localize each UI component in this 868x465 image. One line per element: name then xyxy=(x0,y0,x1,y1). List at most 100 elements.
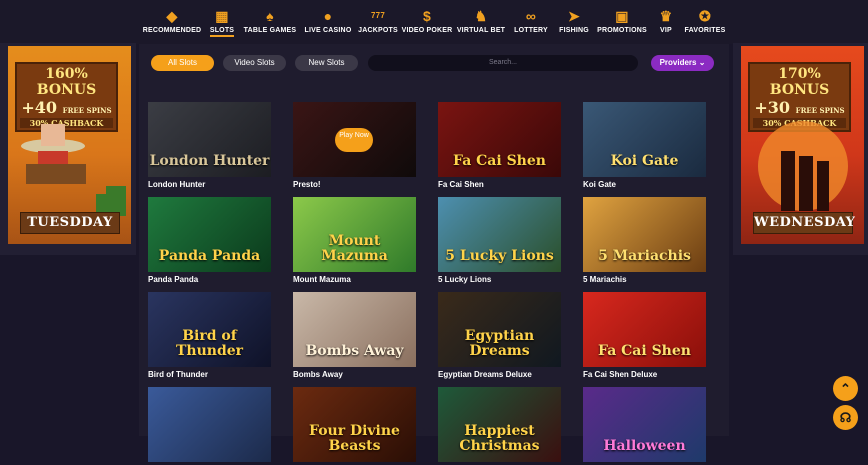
game-thumbnail[interactable]: Happiest Christmas xyxy=(438,387,561,462)
nav-label: TABLE GAMES xyxy=(243,27,297,34)
nav-label: VIRTUAL BET xyxy=(456,27,506,34)
filter-all-slots[interactable]: All Slots xyxy=(151,55,214,71)
nav-vip[interactable]: ♛ VIP xyxy=(650,0,682,44)
triple-seven-icon: 777 xyxy=(371,11,385,20)
left-promo-panel: 160% BONUS +40 FREE SPINS 30% CASHBACK T… xyxy=(0,43,136,255)
game-card[interactable]: 5 Mariachis 5 Mariachis xyxy=(583,197,706,284)
support-chat-button[interactable]: ☊ xyxy=(833,405,858,430)
game-name: Bird of Thunder xyxy=(148,370,208,379)
nav-promotions[interactable]: ▣ PROMOTIONS xyxy=(594,0,650,44)
game-thumbnail[interactable]: Play Now xyxy=(293,102,416,177)
play-now-button[interactable]: Play Now xyxy=(335,128,373,152)
game-thumbnail[interactable]: Fa Cai Shen xyxy=(438,102,561,177)
game-art-title: 5 Lucky Lions xyxy=(445,248,554,264)
game-card[interactable]: Halloween xyxy=(583,387,706,465)
game-card[interactable]: Four Divine Beasts xyxy=(293,387,416,465)
game-thumbnail[interactable]: London Hunter xyxy=(148,102,271,177)
nav-label: FAVORITES xyxy=(684,27,726,34)
slot-filter-tabs: All Slots Video Slots New Slots xyxy=(151,55,358,71)
gift-icon: ▣ xyxy=(615,8,629,24)
nav-slots[interactable]: ▦ SLOTS xyxy=(204,0,240,44)
game-art-title: 5 Mariachis xyxy=(598,248,691,264)
game-card[interactable]: Fa Cai Shen Fa Cai Shen Deluxe xyxy=(583,292,706,379)
game-thumbnail[interactable]: 5 Mariachis xyxy=(583,197,706,272)
game-card[interactable]: Fa Cai Shen Fa Cai Shen xyxy=(438,102,561,189)
nav-favorites[interactable]: ✪ FAVORITES xyxy=(682,0,728,44)
game-thumbnail[interactable]: Fa Cai Shen xyxy=(583,292,706,367)
game-name: Mount Mazuma xyxy=(293,275,351,284)
game-name: Bombs Away xyxy=(293,370,343,379)
game-card[interactable]: Happiest Christmas xyxy=(438,387,561,465)
game-name: Presto! xyxy=(293,180,321,189)
game-thumbnail[interactable]: Bombs Away xyxy=(293,292,416,367)
providers-label: Providers xyxy=(659,58,697,67)
nav-table-games[interactable]: ♠ TABLE GAMES xyxy=(240,0,300,44)
nav-jackpots[interactable]: 777 JACKPOTS xyxy=(356,0,400,44)
wednesday-promo-banner[interactable]: 170% BONUS +30 FREE SPINS 30% CASHBACK W… xyxy=(741,46,864,244)
favorites-chip-icon: ✪ xyxy=(699,8,711,24)
nav-label: SLOTS xyxy=(209,27,235,37)
game-card[interactable]: Panda Panda Panda Panda xyxy=(148,197,271,284)
scroll-top-button[interactable]: ⌃ xyxy=(833,376,858,401)
lottery-balls-icon: ∞ xyxy=(525,8,537,24)
nav-video-poker[interactable]: $ VIDEO POKER xyxy=(400,0,454,44)
nav-recommended[interactable]: ◆ RECOMMENDED xyxy=(140,0,204,44)
game-thumbnail[interactable]: 5 Lucky Lions xyxy=(438,197,561,272)
game-thumbnail[interactable]: Four Divine Beasts xyxy=(293,387,416,462)
game-name: 5 Mariachis xyxy=(583,275,627,284)
game-card[interactable]: London Hunter London Hunter xyxy=(148,102,271,189)
game-thumbnail[interactable]: Bird of Thunder xyxy=(148,292,271,367)
game-name: Koi Gate xyxy=(583,180,616,189)
slots-content: All Slots Video Slots New Slots Search..… xyxy=(139,44,729,462)
cards-icon: ♠ xyxy=(266,8,274,24)
slot-machine-icon: ▦ xyxy=(215,8,229,24)
game-name: 5 Lucky Lions xyxy=(438,275,492,284)
game-card[interactable]: Mount Mazuma Mount Mazuma xyxy=(293,197,416,284)
game-card[interactable] xyxy=(148,387,271,465)
game-card[interactable]: Koi Gate Koi Gate xyxy=(583,102,706,189)
fish-icon: ➤ xyxy=(568,8,580,24)
nav-lottery[interactable]: ∞ LOTTERY xyxy=(508,0,554,44)
game-art-title: Bombs Away xyxy=(305,343,404,359)
nav-label: PROMOTIONS xyxy=(597,27,647,34)
filter-new-slots[interactable]: New Slots xyxy=(295,55,358,71)
game-name: Fa Cai Shen Deluxe xyxy=(583,370,658,379)
chevron-up-icon: ⌃ xyxy=(840,380,851,396)
game-art-title: Fa Cai Shen xyxy=(453,153,546,169)
right-promo-panel: 170% BONUS +30 FREE SPINS 30% CASHBACK W… xyxy=(733,43,868,255)
crown-icon: ♛ xyxy=(659,8,673,24)
game-thumbnail[interactable]: Panda Panda xyxy=(148,197,271,272)
nav-live-casino[interactable]: ● LIVE CASINO xyxy=(300,0,356,44)
dollar-coin-icon: $ xyxy=(423,8,431,24)
game-card[interactable]: Bombs Away Bombs Away xyxy=(293,292,416,379)
game-card[interactable]: Bird of Thunder Bird of Thunder xyxy=(148,292,271,379)
nav-label: RECOMMENDED xyxy=(142,27,202,34)
chips-icon: ● xyxy=(323,8,333,24)
day-label: WEDNESDAY xyxy=(753,212,855,234)
game-thumbnail[interactable] xyxy=(148,387,271,462)
nav-fishing[interactable]: ➤ FISHING xyxy=(554,0,594,44)
nav-label: FISHING xyxy=(559,27,589,34)
game-thumbnail[interactable]: Halloween xyxy=(583,387,706,462)
tuesday-promo-banner[interactable]: 160% BONUS +40 FREE SPINS 30% CASHBACK T… xyxy=(8,46,131,244)
game-name: Egyptian Dreams Deluxe xyxy=(438,370,532,379)
nav-label: JACKPOTS xyxy=(358,27,398,34)
game-name: Fa Cai Shen xyxy=(438,180,484,189)
providers-dropdown[interactable]: Providers ⌄ xyxy=(651,55,714,71)
day-label: TUESDDAY xyxy=(20,212,120,234)
game-art-title: Egyptian Dreams xyxy=(464,328,535,359)
top-nav: ◆ RECOMMENDED ▦ SLOTS ♠ TABLE GAMES ● LIVE CASI… xyxy=(0,0,868,44)
diamond-icon: ◆ xyxy=(166,8,178,24)
filter-video-slots[interactable]: Video Slots xyxy=(223,55,286,71)
game-thumbnail[interactable]: Koi Gate xyxy=(583,102,706,177)
game-card[interactable]: Egyptian Dreams Egyptian Dreams Deluxe xyxy=(438,292,561,379)
game-art-title: Happiest Christmas xyxy=(459,423,540,454)
game-card[interactable]: 5 Lucky Lions 5 Lucky Lions xyxy=(438,197,561,284)
nav-virtual-bet[interactable]: ♞ VIRTUAL BET xyxy=(454,0,508,44)
game-card[interactable]: Play Now Presto! xyxy=(293,102,416,189)
headset-icon: ☊ xyxy=(839,409,852,425)
game-thumbnail[interactable]: Mount Mazuma xyxy=(293,197,416,272)
search-input[interactable]: Search... xyxy=(368,55,638,71)
game-thumbnail[interactable]: Egyptian Dreams xyxy=(438,292,561,367)
horse-icon: ♞ xyxy=(474,8,488,24)
